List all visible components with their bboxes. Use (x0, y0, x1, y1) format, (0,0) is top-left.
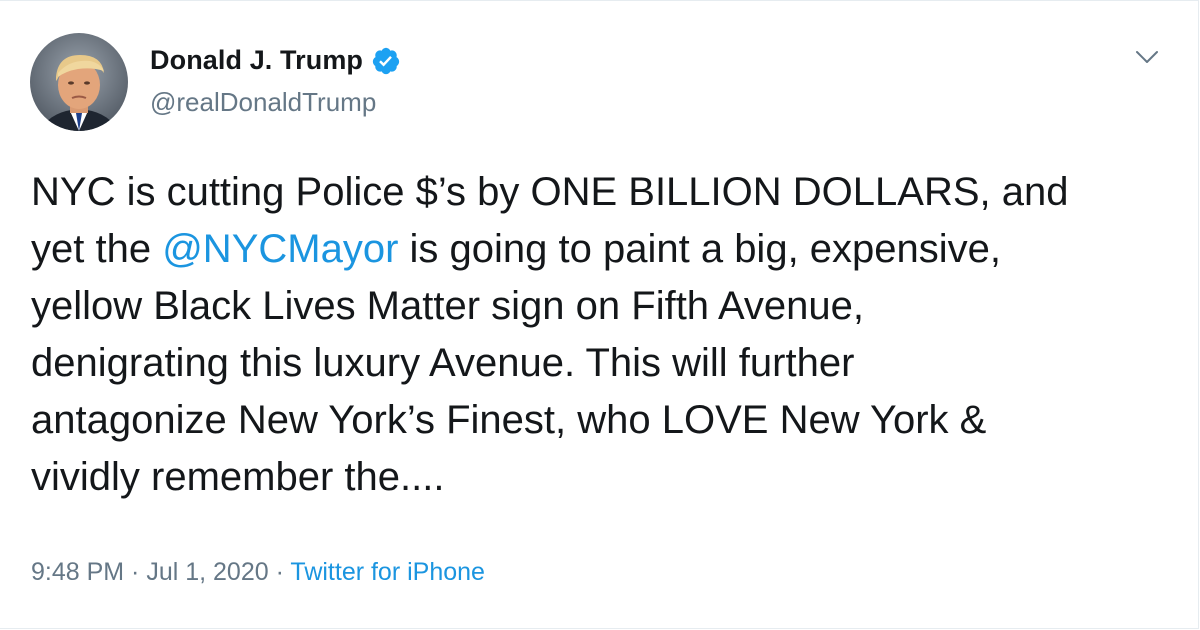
tweet-line-1: NYC is cutting Police $’s by ONE BILLION… (31, 170, 1069, 214)
name-row: Donald J. Trump (150, 45, 401, 76)
tweet-line-6: vividly remember the.... (31, 455, 445, 499)
tweet-line-2: yet the @NYCMayor is going to paint a bi… (31, 221, 1181, 278)
tweet-line-2-prefix: yet the (31, 227, 163, 271)
user-handle[interactable]: @realDonaldTrump (150, 87, 376, 118)
tweet-source-link[interactable]: Twitter for iPhone (290, 558, 485, 586)
tweet-time[interactable]: 9:48 PM (31, 558, 124, 586)
avatar[interactable] (30, 33, 128, 131)
tweet-line-3: yellow Black Lives Matter sign on Fifth … (31, 284, 865, 328)
mention-link[interactable]: @NYCMayor (162, 227, 398, 271)
chevron-down-icon[interactable] (1134, 47, 1160, 67)
tweet-line-2-suffix: is going to paint a big, expensive, (398, 227, 1002, 271)
avatar-image (30, 33, 128, 131)
meta-separator: · (124, 558, 147, 586)
meta-separator: · (268, 558, 291, 586)
tweet-card: Donald J. Trump @realDonaldTrump NYC is … (0, 0, 1199, 629)
verified-badge-icon (371, 46, 401, 76)
tweet-meta: 9:48 PM · Jul 1, 2020 · Twitter for iPho… (31, 558, 485, 587)
tweet-line-5: antagonize New York’s Finest, who LOVE N… (31, 398, 987, 442)
tweet-date[interactable]: Jul 1, 2020 (146, 558, 268, 586)
tweet-text: NYC is cutting Police $’s by ONE BILLION… (31, 164, 1181, 506)
tweet-line-4: denigrating this luxury Avenue. This wil… (31, 341, 855, 385)
display-name[interactable]: Donald J. Trump (150, 45, 363, 76)
